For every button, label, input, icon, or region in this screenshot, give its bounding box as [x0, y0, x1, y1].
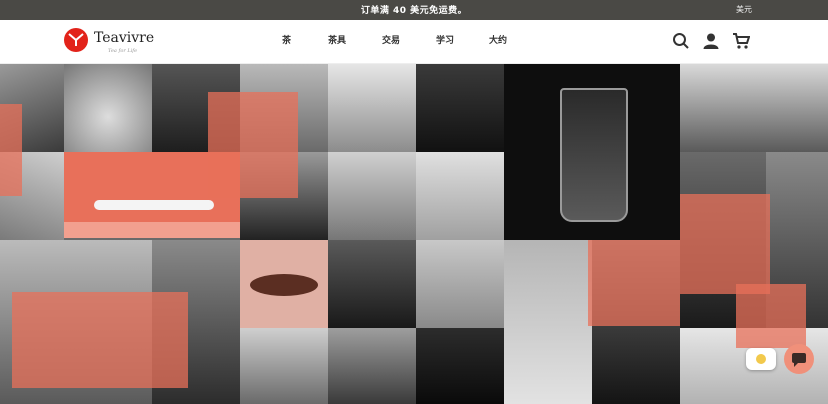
mosaic-tile	[416, 240, 504, 328]
mosaic-tile	[328, 64, 416, 152]
nav-item-learn[interactable]: 学习	[436, 33, 454, 46]
mosaic-tile	[240, 240, 328, 328]
hero-mosaic	[0, 64, 828, 404]
brand-name: Teavivre	[94, 30, 155, 46]
mosaic-tile	[504, 64, 680, 240]
nav-item-about[interactable]: 大约	[489, 33, 507, 46]
color-overlay	[588, 240, 680, 326]
nav-item-tea[interactable]: 茶	[282, 33, 291, 46]
mosaic-tile	[328, 240, 416, 328]
chat-bubble-icon[interactable]	[784, 344, 814, 374]
cart-icon[interactable]	[732, 32, 751, 50]
mosaic-tile	[592, 328, 680, 404]
search-icon[interactable]	[672, 32, 690, 50]
color-overlay	[208, 92, 298, 198]
mosaic-tile	[416, 152, 504, 240]
logo[interactable]: Teavivre Tea for Life	[64, 28, 164, 56]
color-overlay	[680, 194, 770, 294]
nav-item-teaware[interactable]: 茶具	[328, 33, 346, 46]
mosaic-tile	[680, 64, 828, 152]
nav-item-deals[interactable]: 交易	[382, 33, 400, 46]
mosaic-tile	[328, 152, 416, 240]
color-overlay	[736, 284, 806, 348]
color-overlay	[12, 292, 188, 388]
brand-tagline: Tea for Life	[108, 48, 138, 54]
announcement-bar: 订单满 40 美元免运费。 美元	[0, 0, 828, 20]
mosaic-tile	[64, 64, 152, 152]
mosaic-tile	[328, 328, 416, 404]
mosaic-tile	[416, 328, 504, 404]
currency-selector[interactable]: 美元	[736, 4, 752, 15]
mosaic-tile	[504, 240, 592, 404]
mosaic-tile	[240, 328, 328, 404]
mosaic-tile	[416, 64, 504, 152]
free-shipping-message: 订单满 40 美元免运费。	[360, 6, 468, 16]
color-overlay	[0, 104, 22, 196]
sparkle-icon[interactable]	[746, 348, 776, 370]
logo-mark-icon	[64, 28, 88, 52]
account-icon[interactable]	[702, 32, 720, 50]
site-header: Teavivre Tea for Life 茶 茶具 交易 学习 大约	[0, 20, 828, 64]
